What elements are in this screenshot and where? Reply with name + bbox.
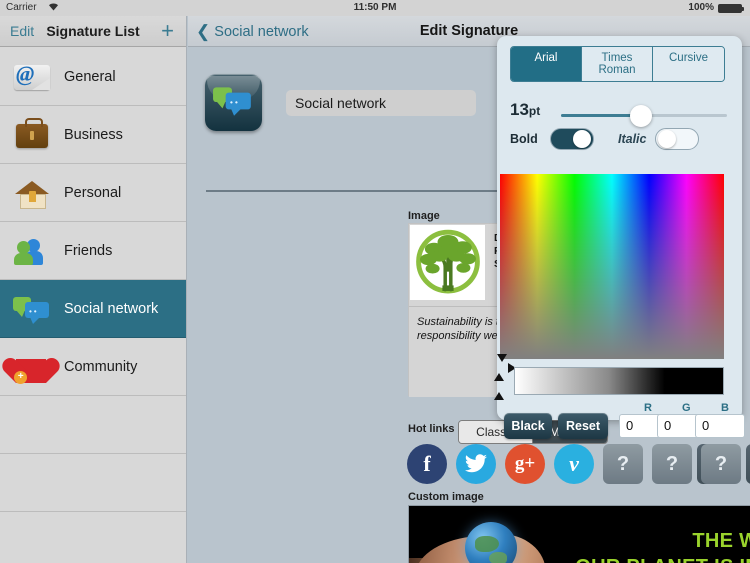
sidebar-title: Signature List — [46, 23, 140, 39]
font-size-unit: pt — [528, 104, 541, 118]
font-size-value: 13 — [510, 100, 529, 119]
sidebar-empty-row — [0, 454, 186, 512]
reset-button[interactable]: Reset — [558, 413, 608, 439]
facebook-glyph: f — [423, 451, 431, 476]
sidebar-item-label: Business — [64, 126, 123, 143]
sidebar-item-friends[interactable]: Friends — [0, 222, 186, 280]
sidebar-item-label: Social network — [64, 300, 159, 317]
hot-links-label: Hot links — [408, 423, 455, 435]
toggle-knob — [658, 130, 676, 148]
toggle-knob — [573, 130, 591, 148]
placeholder-glyph: ? — [616, 452, 630, 475]
italic-toggle[interactable] — [655, 128, 699, 150]
custom-image-label: Custom image — [408, 491, 484, 503]
brightness-marker-icon — [494, 392, 504, 400]
tree-logo-svg — [415, 229, 480, 293]
earth-globe-icon — [465, 522, 517, 563]
sidebar-item-personal[interactable]: Personal — [0, 164, 186, 222]
placeholder-icon[interactable]: ? — [652, 444, 692, 484]
color-marker-down-icon — [497, 354, 507, 362]
sidebar-item-business[interactable]: Business — [0, 106, 186, 164]
blue-label: B — [721, 402, 729, 414]
google-plus-glyph: g+ — [514, 453, 536, 474]
signature-name-input[interactable]: Social network — [286, 90, 476, 116]
sidebar-empty-row — [0, 396, 186, 454]
signature-list: General Business Personal Friends •• — [0, 48, 186, 563]
color-gradient-surface[interactable] — [500, 174, 724, 359]
placeholder-icon[interactable]: ? — [701, 444, 741, 484]
google-plus-icon[interactable]: g+ — [505, 444, 545, 484]
status-bar: Carrier 11:50 PM 100% — [0, 0, 750, 16]
image-section-label: Image — [408, 210, 440, 222]
custom-image-banner[interactable]: THE WELL-BEING OF OUR PLANET IS IN YOUR … — [408, 505, 750, 563]
green-label: G — [682, 402, 691, 414]
bold-label: Bold — [510, 132, 538, 146]
red-label: R — [644, 402, 652, 414]
color-gradient-picker[interactable] — [500, 174, 724, 359]
battery-percent: 100% — [688, 2, 714, 13]
house-icon — [10, 173, 54, 213]
font-size-label: 13pt — [510, 100, 540, 120]
chat-bubbles-icon: •• — [213, 87, 253, 116]
twitter-glyph — [456, 444, 496, 484]
font-option-cursive[interactable]: Cursive — [653, 47, 724, 81]
black-button[interactable]: Black — [504, 413, 552, 439]
brightness-marker-icon — [494, 373, 504, 381]
status-time: 11:50 PM — [353, 2, 397, 13]
signature-app-icon[interactable]: •• — [205, 74, 262, 131]
bold-toggle[interactable] — [550, 128, 594, 150]
sidebar-item-label: Personal — [64, 184, 122, 201]
font-size-slider[interactable] — [561, 104, 727, 127]
battery-icon — [718, 4, 744, 13]
banner-line-1: THE WELL-BEING OF — [692, 530, 750, 552]
brightness-gradient-bar[interactable] — [514, 367, 724, 395]
twitter-icon[interactable] — [456, 444, 496, 484]
tree-logo — [410, 225, 485, 300]
sidebar-item-label: General — [64, 68, 116, 85]
mail-at-icon — [10, 57, 54, 97]
add-signature-button[interactable]: + — [161, 18, 174, 44]
placeholder-glyph: ? — [714, 452, 728, 475]
app-root: Carrier 11:50 PM 100% Edit Signature Lis… — [0, 0, 750, 563]
social-icons-row: f g+ v ? ? ? — [407, 444, 741, 484]
banner-text: THE WELL-BEING OF OUR PLANET IS IN YOUR … — [575, 528, 750, 563]
heart-plus-icon: + — [10, 347, 54, 387]
briefcase-icon — [10, 115, 54, 155]
italic-label: Italic — [618, 132, 647, 146]
sidebar-empty-row — [0, 512, 186, 563]
sidebar-item-label: Friends — [64, 242, 113, 259]
font-option-arial[interactable]: Arial — [511, 47, 582, 81]
slider-thumb[interactable] — [629, 104, 652, 127]
sidebar-item-label: Community — [64, 358, 138, 375]
facebook-icon[interactable]: f — [407, 444, 447, 484]
chat-bubbles-icon: •• — [10, 289, 54, 329]
placeholder-icon[interactable]: ? — [603, 444, 643, 484]
placeholder-icon[interactable]: ? — [746, 444, 750, 484]
sidebar: Edit Signature List + General Business P… — [0, 16, 187, 563]
sidebar-navbar: Edit Signature List + — [0, 16, 186, 47]
slider-fill — [561, 114, 641, 117]
vimeo-glyph: v — [569, 451, 579, 476]
people-icon — [10, 231, 54, 271]
vimeo-icon[interactable]: v — [554, 444, 594, 484]
sidebar-item-community[interactable]: + Community — [0, 338, 186, 396]
sidebar-item-social-network[interactable]: •• Social network — [0, 280, 186, 338]
banner-line-2: OUR PLANET IS IN YOUR HANDS — [575, 554, 750, 563]
font-color-popover: Arial Times Roman Cursive 13pt Bold Ital… — [494, 36, 745, 439]
font-family-segmented[interactable]: Arial Times Roman Cursive — [510, 46, 725, 82]
blue-input[interactable]: 0 — [695, 414, 745, 438]
font-option-times-roman[interactable]: Times Roman — [582, 47, 653, 81]
placeholder-glyph: ? — [665, 452, 679, 475]
sidebar-item-general[interactable]: General — [0, 48, 186, 106]
